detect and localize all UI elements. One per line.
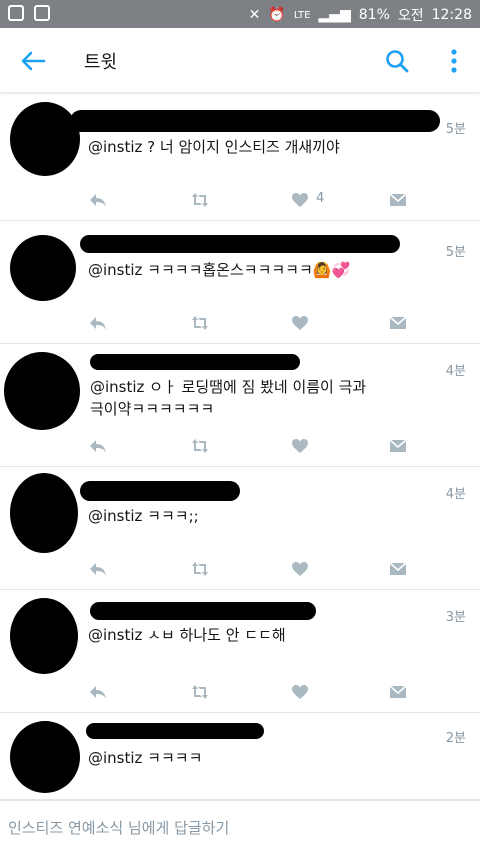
tweet[interactable]: 2분 @instiz ㅋㅋㅋㅋ [0, 713, 480, 800]
dm-button[interactable] [388, 682, 410, 704]
like-button[interactable] [290, 313, 312, 335]
redacted-username [80, 235, 400, 253]
tweet-text: @instiz ㅋㅋㅋ;; [88, 507, 199, 525]
tweet-text: @instiz ㅋㅋㅋㅋ홉온스ㅋㅋㅋㅋㅋ🙆💞 [88, 261, 351, 279]
redacted-username [90, 602, 316, 620]
gallery-icon [34, 5, 50, 21]
battery-level: 81% [358, 7, 390, 23]
tweet[interactable]: 5분 @instiz ? 너 암이지 인스티즈 개새끼야 4 [0, 98, 480, 221]
reply-button[interactable] [88, 559, 110, 581]
reply-input[interactable]: 인스티즈 연예소식 님에게 답글하기 [0, 800, 480, 854]
tweet-text: @instiz ㅇㅏ 로딩땜에 짐 봤네 이름이 극과극이약ㅋㅋㅋㅋㅋㅋ [90, 378, 367, 418]
search-button[interactable] [384, 48, 410, 74]
app-bar: 트윗 [0, 28, 480, 93]
redacted-username [86, 723, 264, 739]
retweet-button[interactable] [190, 313, 212, 335]
avatar[interactable] [10, 235, 76, 301]
signal-icon: ▂▄▆ [318, 7, 351, 23]
tweet-list: 5분 @instiz ? 너 암이지 인스티즈 개새끼야 4 5분 @insti… [0, 98, 480, 800]
dm-button[interactable] [388, 190, 410, 212]
retweet-button[interactable] [190, 436, 212, 458]
direct-message-icon [389, 439, 407, 452]
tweet[interactable]: 3분 @instiz ㅅㅂ 하나도 안 ㄷㄷ해 [0, 590, 480, 713]
tweet-time: 4분 [445, 487, 466, 502]
tweet[interactable]: 4분 @instiz ㅋㅋㅋ;; [0, 467, 480, 590]
reply-button[interactable] [88, 436, 110, 458]
tweet-time: 5분 [445, 245, 466, 260]
redacted-username [90, 354, 300, 370]
heart-icon [292, 562, 308, 576]
tweet-actions [88, 313, 418, 335]
tweet-actions [88, 559, 418, 581]
avatar[interactable] [10, 473, 78, 553]
tweet-text: @instiz ㅅㅂ 하나도 안 ㄷㄷ해 [88, 626, 286, 644]
tweet-time: 4분 [445, 364, 466, 379]
avatar[interactable] [10, 598, 78, 674]
reply-placeholder: 인스티즈 연예소식 님에게 답글하기 [8, 819, 230, 837]
retweet-icon [192, 685, 208, 699]
notification-icon [8, 5, 24, 21]
reply-icon [90, 686, 106, 699]
tweet[interactable]: 4분 @instiz ㅇㅏ 로딩땜에 짐 봤네 이름이 극과극이약ㅋㅋㅋㅋㅋㅋ [0, 344, 480, 467]
tweet-actions [88, 682, 418, 704]
direct-message-icon [389, 316, 407, 329]
tweet-text: @instiz ㅋㅋㅋㅋ [88, 749, 203, 767]
page-title: 트윗 [84, 52, 118, 73]
tweet-time: 5분 [445, 122, 466, 137]
tweet-time: 3분 [445, 610, 466, 625]
heart-icon [292, 685, 308, 699]
clock: 12:28 [431, 7, 472, 23]
tweet-text: @instiz ? 너 암이지 인스티즈 개새끼야 [88, 138, 340, 156]
retweet-button[interactable] [190, 682, 212, 704]
reply-button[interactable] [88, 682, 110, 704]
tweet-actions [88, 436, 418, 458]
reply-button[interactable] [88, 190, 110, 212]
dm-button[interactable] [388, 313, 410, 335]
tweet[interactable]: 5분 @instiz ㅋㅋㅋㅋ홉온스ㅋㅋㅋㅋㅋ🙆💞 [0, 221, 480, 344]
retweet-icon [192, 439, 208, 453]
back-button[interactable] [18, 46, 48, 76]
redacted-username [80, 481, 240, 501]
search-icon [386, 50, 409, 73]
alarm-icon: ⏰ [268, 7, 286, 23]
retweet-icon [192, 562, 208, 576]
direct-message-icon [389, 193, 407, 206]
more-vertical-icon [451, 49, 457, 73]
reply-icon [90, 317, 106, 330]
reply-icon [90, 440, 106, 453]
status-bar: ✕ ⏰ LTE ▂▄▆ 81% 오전 12:28 [0, 0, 480, 28]
tweet-actions: 4 [88, 190, 418, 212]
heart-icon [292, 193, 308, 207]
like-button[interactable] [290, 682, 312, 704]
avatar[interactable] [4, 352, 80, 430]
retweet-icon [192, 193, 208, 207]
arrow-left-icon [21, 51, 46, 71]
like-count: 4 [316, 191, 325, 206]
dm-button[interactable] [388, 559, 410, 581]
retweet-button[interactable] [190, 190, 212, 212]
avatar[interactable] [10, 102, 80, 176]
overflow-menu-button[interactable] [444, 48, 464, 74]
reply-icon [90, 563, 106, 576]
reply-icon [90, 194, 106, 207]
like-button[interactable] [290, 559, 312, 581]
retweet-icon [192, 316, 208, 330]
heart-icon [292, 439, 308, 453]
avatar[interactable] [10, 721, 80, 793]
direct-message-icon [389, 562, 407, 575]
reply-button[interactable] [88, 313, 110, 335]
network-label: LTE [293, 9, 311, 21]
dm-button[interactable] [388, 436, 410, 458]
direct-message-icon [389, 685, 407, 698]
mute-icon: ✕ [248, 7, 261, 23]
tweet-time: 2분 [445, 731, 466, 746]
retweet-button[interactable] [190, 559, 212, 581]
redacted-username [70, 110, 440, 132]
like-button[interactable] [290, 190, 312, 212]
ampm-label: 오전 [397, 8, 424, 24]
like-button[interactable] [290, 436, 312, 458]
heart-icon [292, 316, 308, 330]
